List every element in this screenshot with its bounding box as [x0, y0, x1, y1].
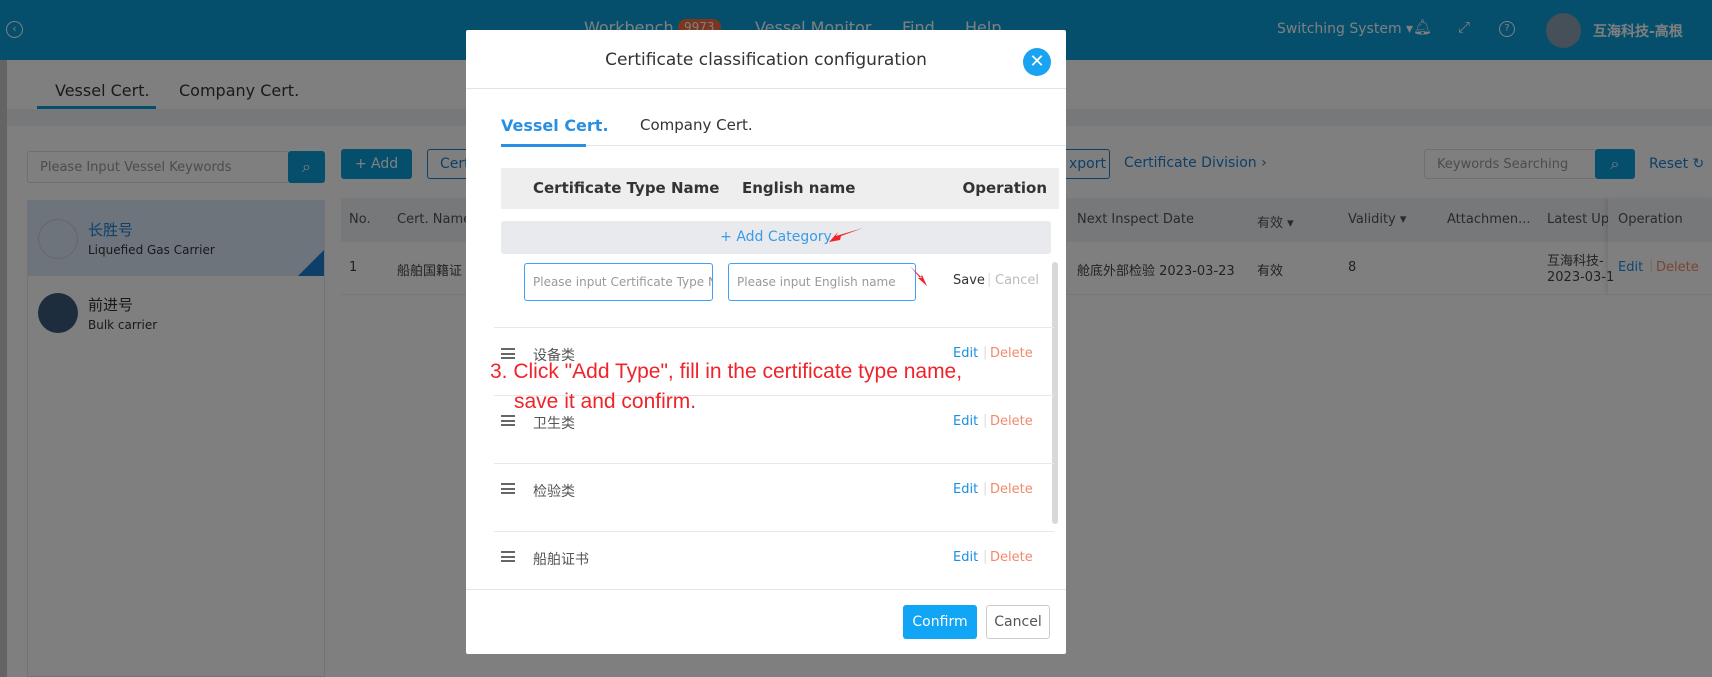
drag-list-icon[interactable]: [501, 348, 515, 359]
separator: |: [983, 345, 988, 360]
drag-list-icon[interactable]: [501, 551, 515, 562]
arrow-to-save: [910, 266, 927, 286]
confirm-button[interactable]: Confirm: [903, 605, 977, 639]
header-english-name: English name: [742, 179, 856, 197]
delete-link[interactable]: Delete: [990, 550, 1033, 565]
certificate-config-modal: Certificate classification configuration…: [466, 30, 1066, 654]
separator: |: [987, 272, 992, 287]
separator: |: [983, 549, 988, 564]
header-type-name: Certificate Type Name: [533, 179, 720, 197]
edit-link[interactable]: Edit: [953, 550, 978, 565]
delete-link[interactable]: Delete: [990, 482, 1033, 497]
annotation-line-1: 3. Click "Add Type", fill in the certifi…: [490, 360, 963, 383]
category-name: 船舶证书: [533, 552, 589, 568]
close-icon[interactable]: ✕: [1023, 48, 1051, 76]
row-divider: [494, 463, 1054, 464]
cancel-inline-button[interactable]: Cancel: [995, 273, 1039, 288]
header-operation: Operation: [962, 179, 1047, 197]
separator: |: [983, 481, 988, 496]
row-divider: [494, 531, 1054, 532]
arrow-to-add-category: [829, 228, 863, 242]
annotation-arrows: [829, 228, 927, 286]
header-divider: [466, 88, 1066, 89]
modal-tab-vessel-cert[interactable]: Vessel Cert.: [501, 116, 609, 135]
drag-list-icon[interactable]: [501, 483, 515, 494]
delete-link[interactable]: Delete: [990, 346, 1033, 361]
drag-list-icon[interactable]: [501, 415, 515, 426]
modal-title: Certificate classification configuration: [605, 50, 927, 70]
annotation-line-2: save it and confirm.: [514, 390, 697, 413]
footer-divider: [466, 589, 1066, 590]
category-table-header: Certificate Type Name English name Opera…: [501, 168, 1059, 209]
category-name: 检验类: [533, 484, 575, 500]
certificate-type-name-input[interactable]: Please input Certificate Type N: [524, 263, 713, 301]
row-divider: [494, 327, 1054, 328]
category-name: 卫生类: [533, 416, 575, 432]
edit-link[interactable]: Edit: [953, 482, 978, 497]
separator: |: [983, 413, 988, 428]
modal-scrollbar[interactable]: [1052, 262, 1058, 524]
tab-underline: [501, 144, 586, 147]
delete-link[interactable]: Delete: [990, 414, 1033, 429]
edit-link[interactable]: Edit: [953, 414, 978, 429]
modal-tab-company-cert[interactable]: Company Cert.: [640, 116, 753, 134]
edit-link[interactable]: Edit: [953, 346, 978, 361]
cancel-button[interactable]: Cancel: [986, 605, 1050, 639]
